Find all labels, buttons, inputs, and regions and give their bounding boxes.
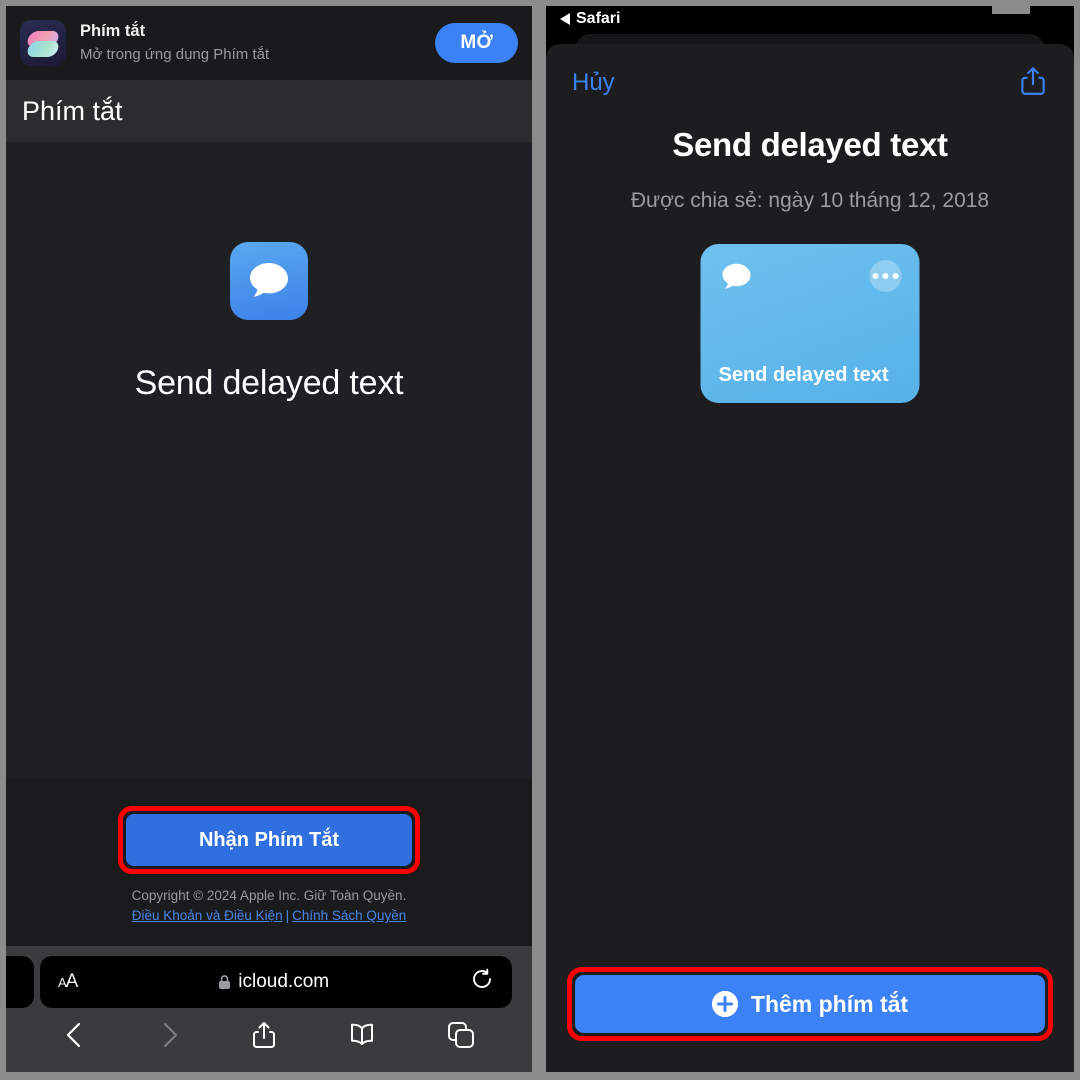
lock-icon	[219, 975, 231, 989]
message-bubble-icon	[722, 263, 751, 289]
url-text: icloud.com	[238, 971, 330, 992]
back-to-safari-button[interactable]: Safari	[560, 10, 620, 28]
safari-toolbar	[6, 1010, 532, 1060]
book-icon[interactable]	[346, 1021, 378, 1049]
safari-bottom-chrome: AA icloud.com	[6, 946, 532, 1072]
shortcuts-app-icon	[20, 20, 66, 66]
smart-app-banner-title: Phím tắt	[80, 22, 146, 41]
hero-section: Send delayed text	[6, 142, 532, 778]
forward-chevron-icon[interactable]	[156, 1020, 182, 1050]
right-phone-screen: Safari Hủy Send delayed text Được chia s…	[546, 6, 1074, 1072]
font-size-small-a: A	[58, 975, 67, 990]
shortcut-detail-sheet: Hủy Send delayed text Được chia sẻ: ngày…	[546, 44, 1074, 1072]
reload-icon[interactable]	[470, 967, 494, 997]
shortcut-card-header	[719, 260, 902, 294]
page-settings-button[interactable]: AA	[58, 971, 79, 993]
tabs-icon[interactable]	[446, 1020, 476, 1050]
address-bar-center[interactable]: icloud.com	[77, 971, 470, 993]
smart-app-banner[interactable]: Phím tắt Mở trong ứng dụng Phím tắt MỞ	[6, 6, 532, 80]
font-size-large-a: A	[65, 971, 79, 992]
add-shortcut-highlight: Thêm phím tắt	[567, 967, 1053, 1041]
shortcut-name: Send delayed text	[134, 364, 404, 402]
back-chevron-icon[interactable]	[62, 1020, 88, 1050]
smart-app-banner-subtitle: Mở trong ứng dụng Phím tắt	[80, 45, 270, 63]
page-title: Phím tắt	[22, 95, 123, 126]
back-triangle-icon	[560, 13, 570, 25]
terms-link[interactable]: Điều Khoản và Điều Kiện	[132, 908, 283, 923]
lower-section: Nhận Phím Tắt Copyright © 2024 Apple Inc…	[6, 778, 532, 946]
get-shortcut-highlight: Nhận Phím Tắt	[118, 806, 420, 874]
footer-separator: |	[285, 908, 290, 923]
copyright-text: Copyright © 2024 Apple Inc. Giữ Toàn Quy…	[131, 888, 407, 903]
adjacent-tab-peek[interactable]	[6, 956, 34, 1008]
address-bar[interactable]: AA icloud.com	[40, 956, 512, 1008]
privacy-link[interactable]: Chính Sách Quyền	[292, 908, 406, 923]
page-header: Phím tắt	[6, 80, 532, 142]
shortcut-preview-card[interactable]: Send delayed text	[700, 244, 920, 403]
cancel-button[interactable]: Hủy	[572, 69, 615, 97]
sheet-title: Send delayed text	[672, 126, 948, 163]
status-bar-notch	[992, 6, 1030, 14]
screenshot-stage: Phím tắt Mở trong ứng dụng Phím tắt MỞ P…	[0, 0, 1080, 1080]
back-to-safari-label: Safari	[576, 10, 621, 27]
message-bubble-icon	[230, 242, 308, 320]
plus-circle-icon	[711, 991, 738, 1017]
open-app-button[interactable]: MỞ	[435, 23, 518, 63]
smart-app-banner-text: Phím tắt Mở trong ứng dụng Phím tắt	[80, 21, 435, 65]
left-phone-screen: Phím tắt Mở trong ứng dụng Phím tắt MỞ P…	[6, 6, 532, 1072]
add-shortcut-label: Thêm phím tắt	[750, 990, 909, 1017]
ellipsis-icon[interactable]	[869, 260, 902, 292]
sheet-nav-bar: Hủy	[546, 44, 1074, 122]
share-icon[interactable]	[1018, 64, 1048, 103]
add-shortcut-button[interactable]: Thêm phím tắt	[575, 975, 1045, 1033]
footer-links: Điều Khoản và Điều Kiện | Chính Sách Quyền	[6, 908, 532, 923]
shared-date-text: Được chia sẻ: ngày 10 tháng 12, 2018	[630, 189, 990, 212]
shortcut-card-label: Send delayed text	[718, 364, 889, 386]
get-shortcut-button[interactable]: Nhận Phím Tắt	[126, 814, 412, 866]
share-icon[interactable]	[250, 1019, 278, 1051]
